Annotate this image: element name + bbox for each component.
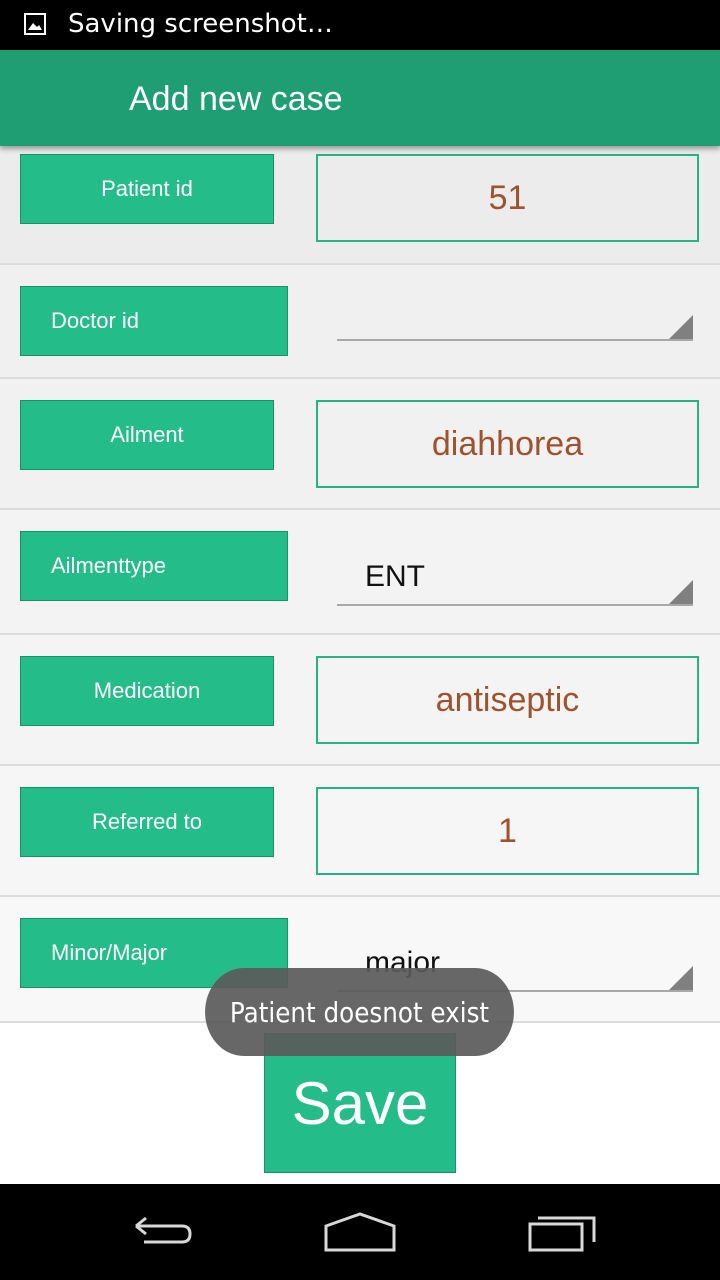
- doctor-id-spinner[interactable]: [337, 291, 693, 341]
- patient-id-row: Patient id 51: [0, 146, 720, 265]
- ailment-type-label: Ailmenttype: [20, 531, 288, 601]
- ailment-field[interactable]: diahhorea: [316, 400, 699, 488]
- ailment-type-spinner[interactable]: ENT: [337, 556, 693, 606]
- patient-id-field[interactable]: 51: [316, 154, 699, 242]
- toast-message: Patient doesnot exist: [205, 968, 514, 1056]
- home-icon[interactable]: [320, 1204, 400, 1260]
- ailment-type-selected: ENT: [365, 560, 425, 593]
- recents-icon[interactable]: [522, 1204, 602, 1260]
- screen: Saving screenshot… Add new case Patient …: [0, 0, 720, 1280]
- medication-field[interactable]: antiseptic: [316, 656, 699, 744]
- patient-id-label: Patient id: [20, 154, 274, 224]
- ailment-row: Ailment diahhorea: [0, 379, 720, 510]
- dropdown-arrow-icon: [669, 966, 693, 990]
- medication-label: Medication: [20, 656, 274, 726]
- doctor-id-label: Doctor id: [20, 286, 288, 356]
- referred-to-row: Referred to 1: [0, 766, 720, 897]
- action-bar: Add new case: [0, 50, 720, 146]
- doctor-id-row: Doctor id: [0, 265, 720, 379]
- status-bar: Saving screenshot…: [0, 0, 720, 50]
- status-notification-text: Saving screenshot…: [68, 9, 333, 39]
- dropdown-arrow-icon: [669, 580, 693, 604]
- referred-to-field[interactable]: 1: [316, 787, 699, 875]
- dropdown-arrow-icon: [669, 315, 693, 339]
- referred-to-label: Referred to: [20, 787, 274, 857]
- medication-row: Medication antiseptic: [0, 635, 720, 766]
- navigation-bar: [0, 1184, 720, 1280]
- back-icon[interactable]: [120, 1204, 200, 1260]
- ailment-label: Ailment: [20, 400, 274, 470]
- page-title: Add new case: [129, 80, 343, 118]
- ailment-type-row: Ailmenttype ENT: [0, 510, 720, 635]
- image-icon: [24, 13, 46, 35]
